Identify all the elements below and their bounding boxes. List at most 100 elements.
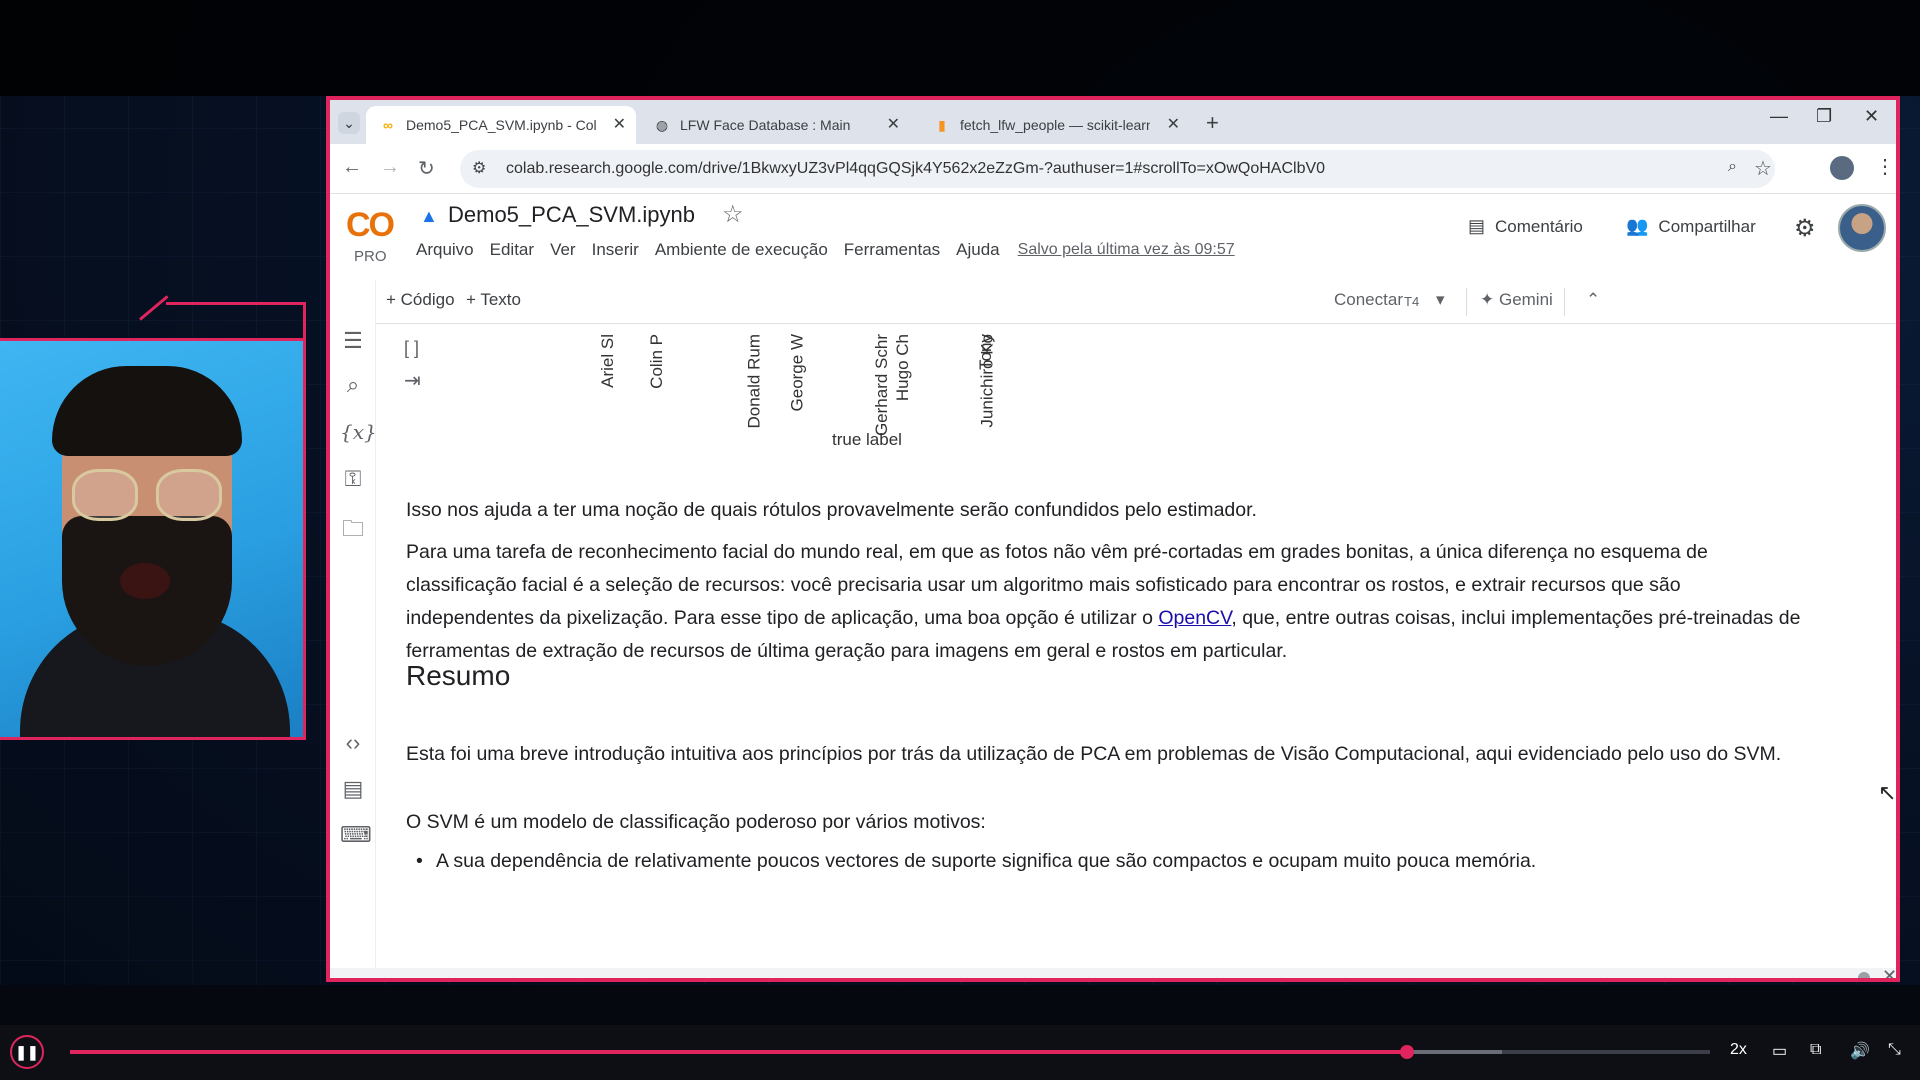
list-item: A sua dependência de relativamente pouco… xyxy=(416,850,1536,873)
progress-played xyxy=(70,1050,1407,1054)
tab-lfw[interactable]: ◍ LFW Face Database : Main ✕ xyxy=(640,106,910,144)
forward-arrow-icon[interactable]: → xyxy=(380,156,400,179)
presenter-glasses-right xyxy=(156,469,222,521)
colab-logo[interactable]: CO xyxy=(346,206,395,245)
tick-label: Hugo Ch xyxy=(893,334,913,402)
avatar[interactable] xyxy=(1838,204,1886,252)
presenter-mouth xyxy=(120,563,170,599)
tick-label: Donald Rum xyxy=(744,334,764,429)
status-bar: ✕ xyxy=(330,966,1896,978)
webcam-frame-tab-edge xyxy=(303,302,306,342)
minimize-icon[interactable]: — xyxy=(1770,106,1788,127)
zoom-icon[interactable]: ⌕ xyxy=(1728,158,1737,176)
opencv-link[interactable]: OpenCV xyxy=(1158,607,1231,629)
close-icon[interactable]: ✕ xyxy=(1167,106,1180,144)
notebook-title[interactable]: Demo5_PCA_SVM.ipynb xyxy=(448,202,695,228)
output-toggle-icon[interactable]: ⇥ xyxy=(404,368,421,393)
colab-header: CO PRO ▲ Demo5_PCA_SVM.ipynb ☆ Arquivo E… xyxy=(330,194,1896,280)
restore-icon[interactable]: ❐ xyxy=(1816,106,1832,127)
picture-in-picture-icon[interactable]: ⧉ xyxy=(1810,1041,1821,1059)
tab-title: LFW Face Database : Main xyxy=(680,117,851,133)
browser-menu-icon[interactable]: ⋮ xyxy=(1875,154,1895,179)
add-code-button[interactable]: + Código xyxy=(386,290,455,310)
menu-ver[interactable]: Ver xyxy=(550,240,576,264)
toolbar-divider xyxy=(1466,288,1467,316)
menu-inserir[interactable]: Inserir xyxy=(592,240,639,264)
new-tab-plus-icon[interactable]: + xyxy=(1206,110,1219,136)
tab-colab[interactable]: ∞ Demo5_PCA_SVM.ipynb - Colab ✕ xyxy=(366,106,636,144)
sklearn-icon: ▮ xyxy=(938,117,946,133)
pause-button[interactable]: ❚❚ xyxy=(10,1035,44,1069)
webcam-frame-tab xyxy=(166,302,306,305)
star-icon[interactable]: ☆ xyxy=(722,200,744,229)
colab-logo-text: CO xyxy=(346,206,395,244)
menu-arquivo[interactable]: Arquivo xyxy=(416,240,474,264)
folder-icon[interactable]: 🗀 xyxy=(340,512,366,550)
plan-label: PRO xyxy=(354,248,387,265)
code-snippets-icon[interactable]: ‹› xyxy=(340,730,366,756)
back-arrow-icon[interactable]: ← xyxy=(342,156,362,179)
menu-ajuda[interactable]: Ajuda xyxy=(956,240,999,264)
comment-label: Comentário xyxy=(1495,217,1583,236)
runtime-type-badge: T4 xyxy=(1404,294,1420,309)
close-icon[interactable]: ✕ xyxy=(613,106,626,144)
collapse-header-chevron-up-icon[interactable]: ⌃ xyxy=(1586,290,1600,310)
saved-status-link[interactable]: Salvo pela última vez às 09:57 xyxy=(1018,241,1235,264)
presenter-hair xyxy=(52,366,242,456)
playback-speed-button[interactable]: 2x xyxy=(1730,1041,1747,1059)
status-close-icon[interactable]: ✕ xyxy=(1882,966,1896,978)
browser-profile-icon[interactable] xyxy=(1830,156,1854,180)
table-of-contents-icon[interactable]: ☰ xyxy=(340,328,366,354)
volume-icon[interactable]: 🔊 xyxy=(1850,1041,1870,1061)
progress-scrubber[interactable] xyxy=(1399,1045,1414,1059)
bookmark-star-icon[interactable]: ☆ xyxy=(1754,156,1772,181)
menu-ambiente[interactable]: Ambiente de execução xyxy=(655,240,828,264)
background-bottom xyxy=(0,985,1920,1025)
tab-bar: ⌄ ∞ Demo5_PCA_SVM.ipynb - Colab ✕ ◍ LFW … xyxy=(330,100,1896,144)
notebook-content: [ ] ⇥ Ariel Sl Colin P Donald Rum George… xyxy=(390,326,1890,978)
fullscreen-exit-icon[interactable]: ⤡ xyxy=(1888,1041,1901,1059)
reload-icon[interactable]: ↻ xyxy=(418,156,435,181)
tab-search-chevron-icon[interactable]: ⌄ xyxy=(338,112,360,134)
site-settings-icon[interactable]: ⚙ xyxy=(472,158,486,178)
people-icon: 👥 xyxy=(1626,216,1649,236)
url-field[interactable]: ⚙ colab.research.google.com/drive/1Bkwxy… xyxy=(460,150,1775,188)
connect-dropdown-chevron-icon[interactable]: ▾ xyxy=(1436,290,1445,310)
notebook-toolbar: + Código + Texto Conectar T4 ▾ ✦ Gemini … xyxy=(330,280,1896,324)
cell-run-button[interactable]: [ ] xyxy=(404,338,419,359)
captions-icon[interactable]: ▭ xyxy=(1772,1041,1787,1061)
variables-icon[interactable]: {x} xyxy=(340,420,377,444)
video-player-controls: ❚❚ 2x ▭ ⧉ 🔊 ⤡ xyxy=(0,1025,1920,1080)
key-icon[interactable]: ⚿ xyxy=(340,466,366,492)
close-icon[interactable]: ✕ xyxy=(887,106,900,144)
url-text[interactable]: colab.research.google.com/drive/1BkwxyUZ… xyxy=(506,160,1325,178)
window-close-icon[interactable]: ✕ xyxy=(1864,106,1879,127)
drive-icon[interactable]: ▲ xyxy=(420,206,438,227)
progress-bar[interactable] xyxy=(70,1045,1710,1059)
webcam-overlay xyxy=(0,338,306,740)
menu-ferramentas[interactable]: Ferramentas xyxy=(844,240,940,264)
tick-label: George W xyxy=(787,334,807,412)
command-palette-icon[interactable]: ▤ xyxy=(340,776,366,802)
toolbar-divider xyxy=(1564,288,1565,316)
connect-button[interactable]: Conectar xyxy=(1334,290,1403,310)
colab-icon: ∞ xyxy=(383,117,393,133)
add-text-button[interactable]: + Texto xyxy=(466,290,521,310)
tick-label: Gerhard Schr xyxy=(872,334,892,437)
settings-gear-icon[interactable]: ⚙ xyxy=(1794,214,1816,243)
share-button[interactable]: 👥 Compartilhar xyxy=(1626,216,1756,237)
tick-label: Colin P xyxy=(646,334,666,389)
tab-title: Demo5_PCA_SVM.ipynb - Colab xyxy=(406,117,596,133)
background-top xyxy=(0,0,1920,96)
tab-title: fetch_lfw_people — scikit-learn xyxy=(960,117,1150,133)
share-label: Compartilhar xyxy=(1658,217,1756,236)
comment-button[interactable]: ▤ Comentário xyxy=(1468,216,1583,237)
status-indicator xyxy=(1858,972,1870,978)
gemini-button[interactable]: ✦ Gemini xyxy=(1480,290,1553,310)
search-icon[interactable]: ⌕ xyxy=(340,372,366,398)
menu-editar[interactable]: Editar xyxy=(490,240,534,264)
section-heading: Resumo xyxy=(406,660,511,691)
tab-sklearn[interactable]: ▮ fetch_lfw_people — scikit-learn ✕ xyxy=(920,106,1190,144)
tick-label: Tony xyxy=(975,334,995,370)
terminal-icon[interactable]: ⌨ xyxy=(340,822,372,848)
